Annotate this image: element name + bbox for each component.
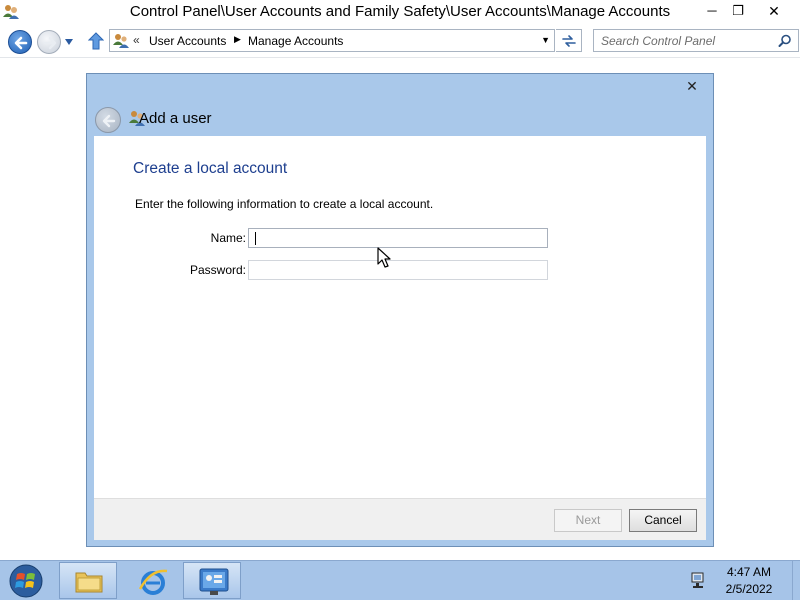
taskbar-file-explorer[interactable] xyxy=(59,562,117,599)
dialog-back-button[interactable] xyxy=(95,107,121,133)
start-button-windows-icon[interactable] xyxy=(6,563,46,599)
dialog-content: Create a local account Enter the followi… xyxy=(94,136,706,498)
breadcrumb-user-accounts[interactable]: User Accounts xyxy=(149,34,226,48)
back-button[interactable] xyxy=(8,30,32,54)
instructions-text: Enter the following information to creat… xyxy=(135,197,434,211)
back-arrow-icon xyxy=(102,114,116,128)
refresh-icon xyxy=(562,35,576,47)
network-icon[interactable] xyxy=(690,571,708,589)
search-box[interactable] xyxy=(593,29,799,52)
forward-arrow-icon xyxy=(43,36,57,50)
name-label: Name: xyxy=(210,231,246,245)
window-title: Control Panel\User Accounts and Family S… xyxy=(129,3,671,20)
breadcrumb-overflow[interactable]: « xyxy=(133,33,140,47)
add-user-dialog: ✕ Add a user Create a local account Ente… xyxy=(86,73,714,547)
taskbar-internet-explorer[interactable] xyxy=(122,562,180,599)
next-button[interactable]: Next xyxy=(554,509,622,532)
cancel-button[interactable]: Cancel xyxy=(629,509,697,532)
up-arrow-icon[interactable] xyxy=(88,32,104,50)
refresh-button[interactable] xyxy=(556,29,582,52)
clock-time[interactable]: 4:47 AM xyxy=(718,565,780,579)
dialog-close-button[interactable]: ✕ xyxy=(683,78,701,94)
address-bar[interactable]: « User Accounts ▶ Manage Accounts ▼ xyxy=(109,29,555,52)
breadcrumb-manage-accounts[interactable]: Manage Accounts xyxy=(248,34,343,48)
breadcrumb-separator[interactable]: ▶ xyxy=(234,34,241,45)
close-window-button[interactable]: ✕ xyxy=(760,2,788,22)
show-desktop-button[interactable] xyxy=(792,561,800,600)
taskbar: 4:47 AM 2/5/2022 xyxy=(0,560,800,600)
minimize-button[interactable]: ─ xyxy=(698,2,726,22)
maximize-button[interactable]: ❐ xyxy=(724,2,752,22)
internet-explorer-icon xyxy=(138,569,168,595)
mouse-cursor-icon xyxy=(377,247,391,268)
folder-icon xyxy=(75,572,103,593)
search-input[interactable] xyxy=(594,30,774,51)
window-title-bar[interactable]: Control Panel\User Accounts and Family S… xyxy=(0,0,800,26)
password-field[interactable] xyxy=(248,260,548,280)
navigation-bar: « User Accounts ▶ Manage Accounts ▼ xyxy=(0,26,800,58)
taskbar-control-panel[interactable] xyxy=(183,562,241,599)
recent-pages-dropdown-icon[interactable] xyxy=(64,38,74,46)
user-accounts-icon xyxy=(113,34,129,48)
control-panel-icon xyxy=(199,568,229,595)
back-arrow-icon xyxy=(14,36,28,50)
address-dropdown-icon[interactable]: ▼ xyxy=(541,35,550,45)
password-label: Password: xyxy=(189,263,246,277)
clock-date[interactable]: 2/5/2022 xyxy=(718,582,780,596)
forward-button[interactable] xyxy=(37,30,61,54)
search-icon[interactable] xyxy=(778,34,792,48)
page-heading: Create a local account xyxy=(133,160,288,177)
text-caret xyxy=(255,232,256,245)
name-field[interactable] xyxy=(248,228,548,248)
dialog-footer: Next Cancel xyxy=(94,498,706,540)
dialog-title: Add a user xyxy=(139,110,212,127)
